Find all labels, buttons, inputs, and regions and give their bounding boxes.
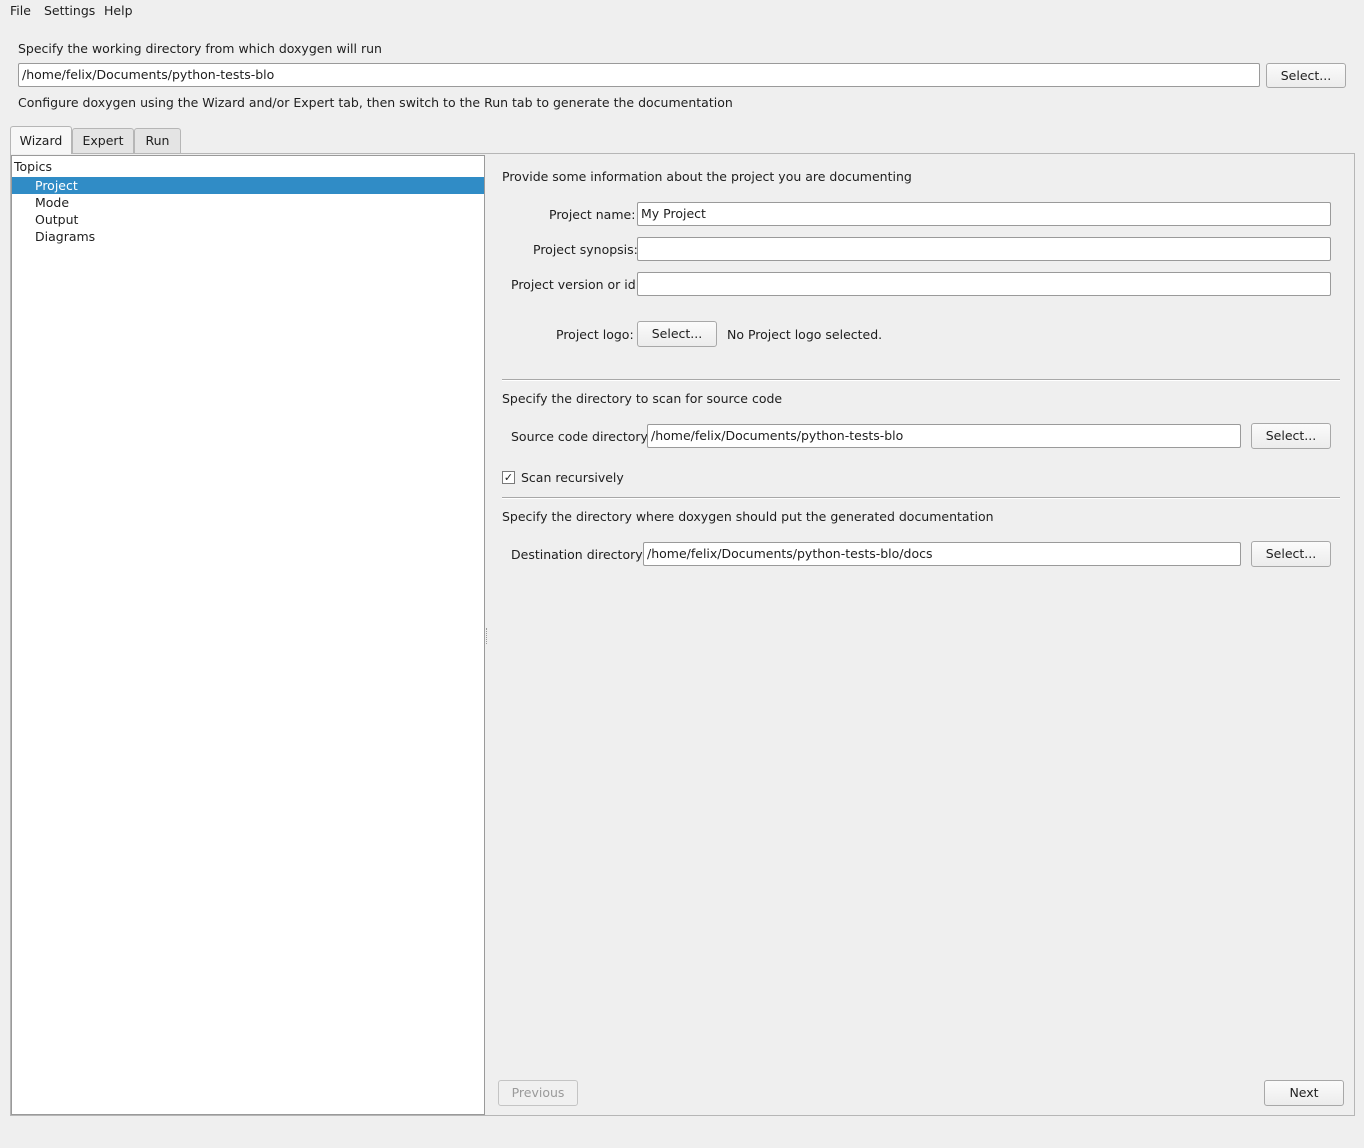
source-dir-input[interactable]: /home/felix/Documents/python-tests-blo [647, 424, 1241, 448]
project-version-label: Project version or id: [511, 277, 640, 292]
project-version-input[interactable] [637, 272, 1331, 296]
menu-file[interactable]: File [10, 3, 31, 18]
project-synopsis-input[interactable] [637, 237, 1331, 261]
tab-wizard[interactable]: Wizard [10, 126, 72, 154]
project-logo-select-button[interactable]: Select... [637, 321, 717, 347]
checkmark-icon: ✓ [503, 471, 514, 484]
workdir-hint: Configure doxygen using the Wizard and/o… [18, 95, 733, 110]
workdir-prompt: Specify the working directory from which… [18, 41, 382, 56]
menu-help[interactable]: Help [104, 3, 133, 18]
previous-button[interactable]: Previous [498, 1080, 578, 1106]
project-logo-status: No Project logo selected. [727, 327, 883, 342]
source-dir-label: Source code directory: [511, 429, 652, 444]
destination-intro: Specify the directory where doxygen shou… [502, 509, 994, 524]
destination-dir-select-button[interactable]: Select... [1251, 541, 1331, 567]
topic-item-project[interactable]: Project [12, 177, 484, 194]
menu-bar: File Settings Help [0, 0, 1364, 21]
menu-settings[interactable]: Settings [44, 3, 95, 18]
project-intro: Provide some information about the proje… [502, 169, 912, 184]
separator [502, 497, 1340, 499]
scan-recursively-checkbox[interactable]: ✓ [502, 471, 515, 484]
separator [502, 379, 1340, 381]
project-synopsis-label: Project synopsis: [533, 242, 638, 257]
workdir-select-button[interactable]: Select... [1266, 63, 1346, 88]
destination-dir-label: Destination directory: [511, 547, 646, 562]
topic-item-mode[interactable]: Mode [12, 194, 484, 211]
topic-item-output[interactable]: Output [12, 211, 484, 228]
tab-expert[interactable]: Expert [72, 128, 134, 153]
scan-recursively-label: Scan recursively [521, 470, 624, 485]
project-logo-label: Project logo: [556, 327, 634, 342]
next-button[interactable]: Next [1264, 1080, 1344, 1106]
tab-run[interactable]: Run [134, 128, 181, 153]
project-name-input[interactable]: My Project [637, 202, 1331, 226]
topic-item-diagrams[interactable]: Diagrams [12, 228, 484, 245]
workdir-input[interactable]: /home/felix/Documents/python-tests-blo [18, 63, 1260, 87]
splitter-handle[interactable] [486, 628, 489, 644]
topics-header: Topics [14, 159, 52, 174]
source-intro: Specify the directory to scan for source… [502, 391, 783, 406]
destination-dir-input[interactable]: /home/felix/Documents/python-tests-blo/d… [643, 542, 1241, 566]
project-name-label: Project name: [549, 207, 636, 222]
topics-tree: Topics Project Mode Output Diagrams [11, 155, 485, 1115]
source-dir-select-button[interactable]: Select... [1251, 423, 1331, 449]
